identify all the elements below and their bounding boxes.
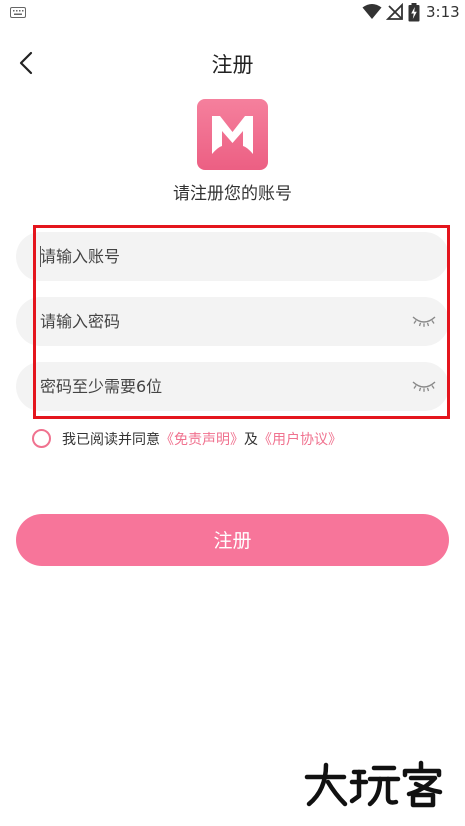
eye-closed-icon[interactable] xyxy=(411,377,437,395)
status-time: 3:13 xyxy=(426,3,460,21)
password-input[interactable] xyxy=(40,297,400,346)
wifi-icon xyxy=(362,4,382,19)
text-cursor xyxy=(40,246,41,267)
eye-closed-icon[interactable] xyxy=(411,312,437,330)
keyboard-icon xyxy=(10,7,26,18)
confirm-password-field-container xyxy=(16,362,449,411)
disclaimer-link[interactable]: 《免责声明》 xyxy=(160,432,244,448)
page-title: 注册 xyxy=(211,53,254,77)
status-bar: 3:13 xyxy=(0,0,465,26)
agreement-checkbox[interactable] xyxy=(32,429,51,448)
watermark-logo xyxy=(304,760,443,808)
battery-charging-icon xyxy=(408,3,420,22)
register-button[interactable]: 注册 xyxy=(16,514,449,566)
password-field-container xyxy=(16,297,449,346)
user-agreement-link[interactable]: 《用户协议》 xyxy=(258,432,342,448)
username-field-container xyxy=(16,232,449,281)
agreement-text: 我已阅读并同意《免责声明》及《用户协议》 xyxy=(62,429,342,449)
username-input[interactable] xyxy=(40,232,400,281)
agreement-prefix: 我已阅读并同意 xyxy=(62,432,160,448)
agreement-conjunction: 及 xyxy=(244,432,258,448)
app-logo xyxy=(197,99,268,170)
no-signal-icon xyxy=(386,3,403,20)
subtitle: 请注册您的账号 xyxy=(173,184,292,204)
confirm-password-input[interactable] xyxy=(40,362,400,411)
